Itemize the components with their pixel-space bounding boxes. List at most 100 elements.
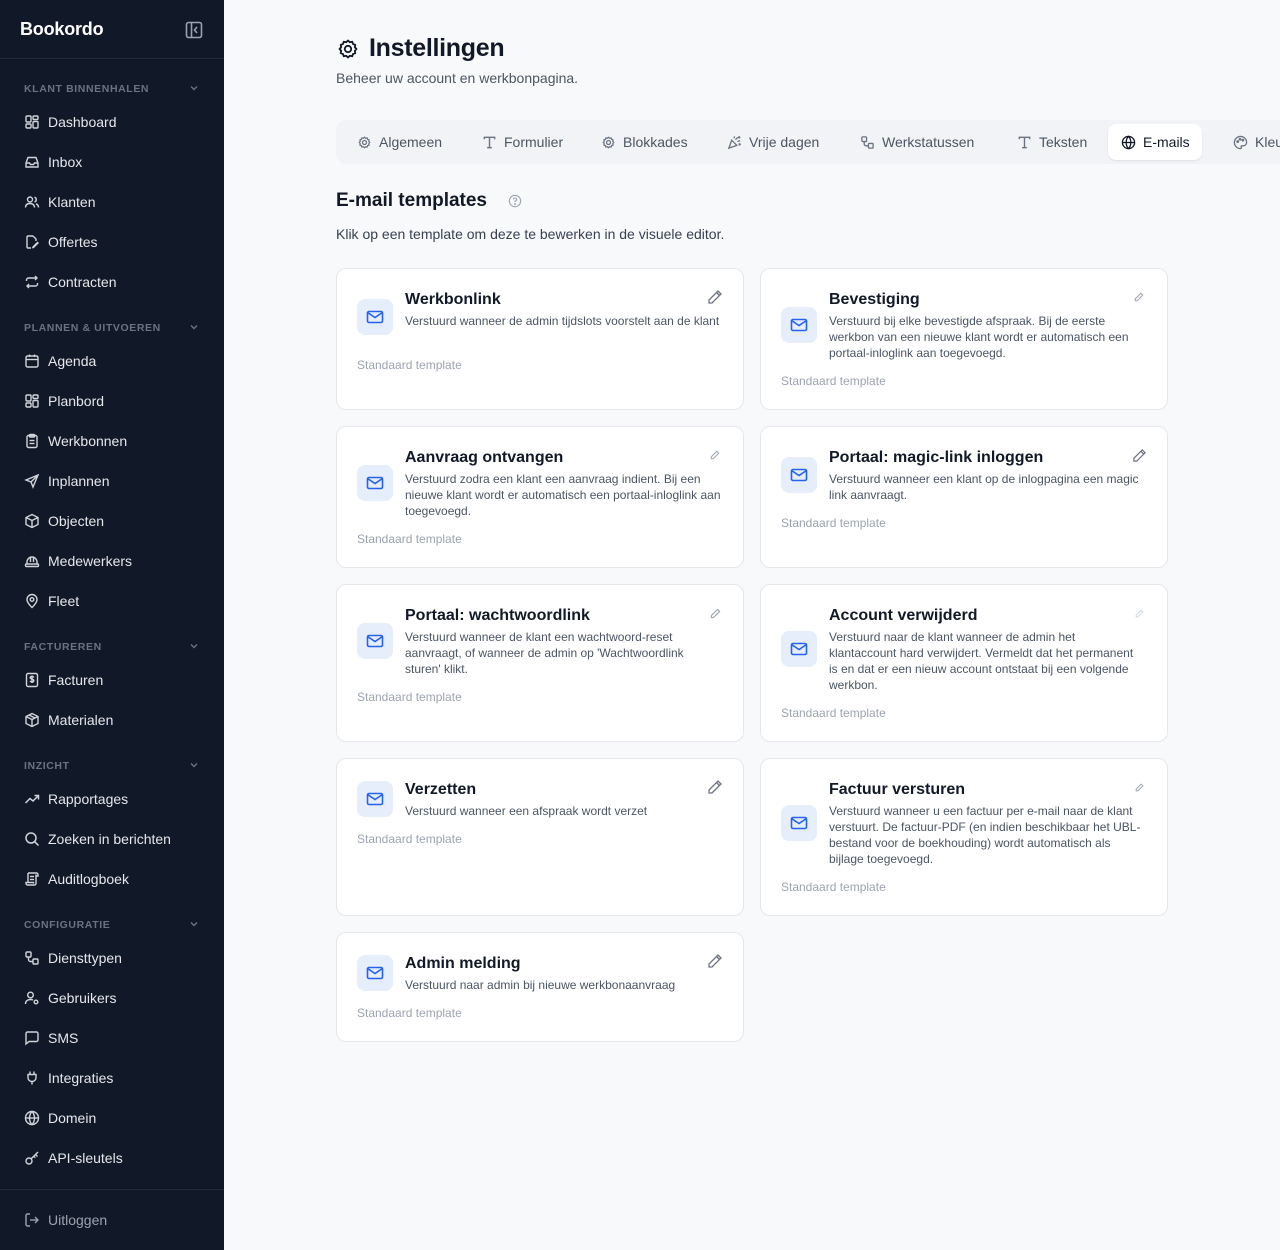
pencil-icon (1135, 782, 1144, 791)
edit-button[interactable] (1129, 287, 1149, 307)
template-card-bevestiging[interactable]: Bevestiging Verstuurd bij elke bevestigd… (760, 268, 1168, 410)
template-card-factuur-versturen[interactable]: Factuur versturen Verstuurd wanneer u ee… (760, 758, 1168, 916)
sidebar-item-medewerkers[interactable]: Medewerkers (12, 544, 212, 578)
palette-icon (1232, 134, 1248, 150)
sidebar-item-materialen[interactable]: Materialen (12, 703, 212, 737)
sidebar-item-diensttypen[interactable]: Diensttypen (12, 941, 212, 975)
edit-button[interactable] (705, 603, 725, 623)
page-header: Instellingen (336, 34, 505, 63)
tab-vrije-dagen[interactable]: Vrije dagen (714, 124, 831, 160)
hard-hat-icon (24, 553, 40, 569)
edit-button[interactable] (705, 445, 725, 465)
sidebar-item-integraties[interactable]: Integraties (12, 1061, 212, 1095)
mail-icon-box (781, 457, 817, 493)
type-icon (1016, 134, 1032, 150)
edit-button[interactable] (1129, 777, 1149, 797)
mail-icon-box (357, 465, 393, 501)
pencil-icon (1132, 448, 1146, 462)
pencil-icon (1135, 608, 1144, 617)
mail-icon (790, 816, 808, 830)
template-title: Admin melding (405, 955, 521, 972)
template-card-werkbonlink[interactable]: Werkbonlink Verstuurd wanneer de admin t… (336, 268, 744, 410)
sidebar-item-fleet[interactable]: Fleet (12, 584, 212, 618)
box-icon (24, 513, 40, 529)
mail-icon-box (781, 631, 817, 667)
chevron-down-icon[interactable] (188, 918, 200, 930)
globe-icon (24, 1110, 40, 1126)
template-status: Standaard template (781, 374, 886, 388)
help-circle-icon[interactable] (508, 194, 522, 208)
sidebar-item-sms[interactable]: SMS (12, 1021, 212, 1055)
template-status: Standaard template (357, 532, 462, 546)
template-description: Verstuurd wanneer een afspraak wordt ver… (405, 804, 648, 818)
tab-label: Blokkades (623, 134, 688, 150)
tab-e-mails[interactable]: E-mails (1108, 124, 1202, 160)
template-status: Standaard template (357, 358, 462, 372)
sidebar-item-werkbonnen[interactable]: Werkbonnen (12, 424, 212, 458)
logout-button[interactable]: Uitloggen (12, 1203, 212, 1237)
tab-werkstatussen[interactable]: Werkstatussen (847, 124, 986, 160)
template-card-verzetten[interactable]: Verzetten Verstuurd wanneer een afspraak… (336, 758, 744, 916)
mail-icon (366, 792, 384, 806)
chevron-down-icon[interactable] (188, 759, 200, 771)
trending-up-icon (24, 791, 40, 807)
settings-icon (338, 39, 358, 58)
chevron-down-icon[interactable] (188, 82, 200, 94)
sidebar-item-klanten[interactable]: Klanten (12, 185, 212, 219)
tab-label: Kleuren (1255, 134, 1280, 150)
log-out-icon (24, 1212, 40, 1228)
mail-icon-box (357, 299, 393, 335)
page-subtitle: Beheer uw account en werkbonpagina. (336, 70, 579, 86)
tab-label: Algemeen (379, 134, 443, 150)
mail-icon (366, 966, 384, 980)
sidebar-item-objecten[interactable]: Objecten (12, 504, 212, 538)
sidebar-item-label: Materialen (48, 712, 114, 728)
template-card-portaal-wachtwoordlink[interactable]: Portaal: wachtwoordlink Verstuurd wannee… (336, 584, 744, 742)
sidebar-item-agenda[interactable]: Agenda (12, 344, 212, 378)
party-popper-icon (726, 134, 742, 150)
sidebar-item-offertes[interactable]: Offertes (12, 225, 212, 259)
sidebar-item-label: Dashboard (48, 114, 117, 130)
template-card-aanvraag-ontvangen[interactable]: Aanvraag ontvangen Verstuurd zodra een k… (336, 426, 744, 568)
template-card-admin-melding[interactable]: Admin melding Verstuurd naar admin bij n… (336, 932, 744, 1042)
edit-button[interactable] (705, 777, 725, 797)
edit-button[interactable] (705, 951, 725, 971)
mail-icon-box (357, 781, 393, 817)
users-icon (24, 194, 40, 210)
mail-icon (790, 642, 808, 656)
sidebar-item-api-sleutels[interactable]: API-sleutels (12, 1141, 212, 1175)
tab-kleuren[interactable]: Kleuren (1220, 124, 1280, 160)
tab-teksten[interactable]: Teksten (1004, 124, 1099, 160)
edit-button[interactable] (705, 287, 725, 307)
sidebar-item-auditlogboek[interactable]: Auditlogboek (12, 862, 212, 896)
chevron-down-icon[interactable] (188, 640, 200, 652)
sidebar-item-zoeken-in-berichten[interactable]: Zoeken in berichten (12, 822, 212, 856)
sidebar-item-gebruikers[interactable]: Gebruikers (12, 981, 212, 1015)
sidebar-item-inbox[interactable]: Inbox (12, 145, 212, 179)
sidebar: Bookordo Klant binnenhalen Dashboard Inb… (0, 0, 224, 1250)
tab-algemeen[interactable]: Algemeen (344, 124, 454, 160)
template-description: Verstuurd naar de klant wanneer de admin… (829, 630, 1134, 692)
mail-icon (366, 476, 384, 490)
sidebar-item-rapportages[interactable]: Rapportages (12, 782, 212, 816)
sidebar-item-contracten[interactable]: Contracten (12, 265, 212, 299)
template-card-account-verwijderd[interactable]: Account verwijderd Verstuurd naar de kla… (760, 584, 1168, 742)
template-title: Bevestiging (829, 291, 920, 308)
template-description: Verstuurd wanneer u een factuur per e-ma… (829, 804, 1141, 866)
edit-button[interactable] (1129, 445, 1149, 465)
sidebar-item-domein[interactable]: Domein (12, 1101, 212, 1135)
sidebar-item-planbord[interactable]: Planbord (12, 384, 212, 418)
tab-formulier[interactable]: Formulier (469, 124, 575, 160)
plug-icon (24, 1070, 40, 1086)
sidebar-item-facturen[interactable]: Facturen (12, 663, 212, 697)
sidebar-item-dashboard[interactable]: Dashboard (12, 105, 212, 139)
tab-blokkades[interactable]: Blokkades (588, 124, 700, 160)
mail-icon (790, 468, 808, 482)
sidebar-item-inplannen[interactable]: Inplannen (12, 464, 212, 498)
sidebar-item-label: Inbox (48, 154, 83, 170)
template-card-portaal-magic-link[interactable]: Portaal: magic-link inloggen Verstuurd w… (760, 426, 1168, 568)
sidebar-collapse-button[interactable] (183, 19, 205, 41)
chevron-down-icon[interactable] (188, 321, 200, 333)
edit-button[interactable] (1129, 603, 1149, 623)
template-status: Standaard template (357, 832, 462, 846)
